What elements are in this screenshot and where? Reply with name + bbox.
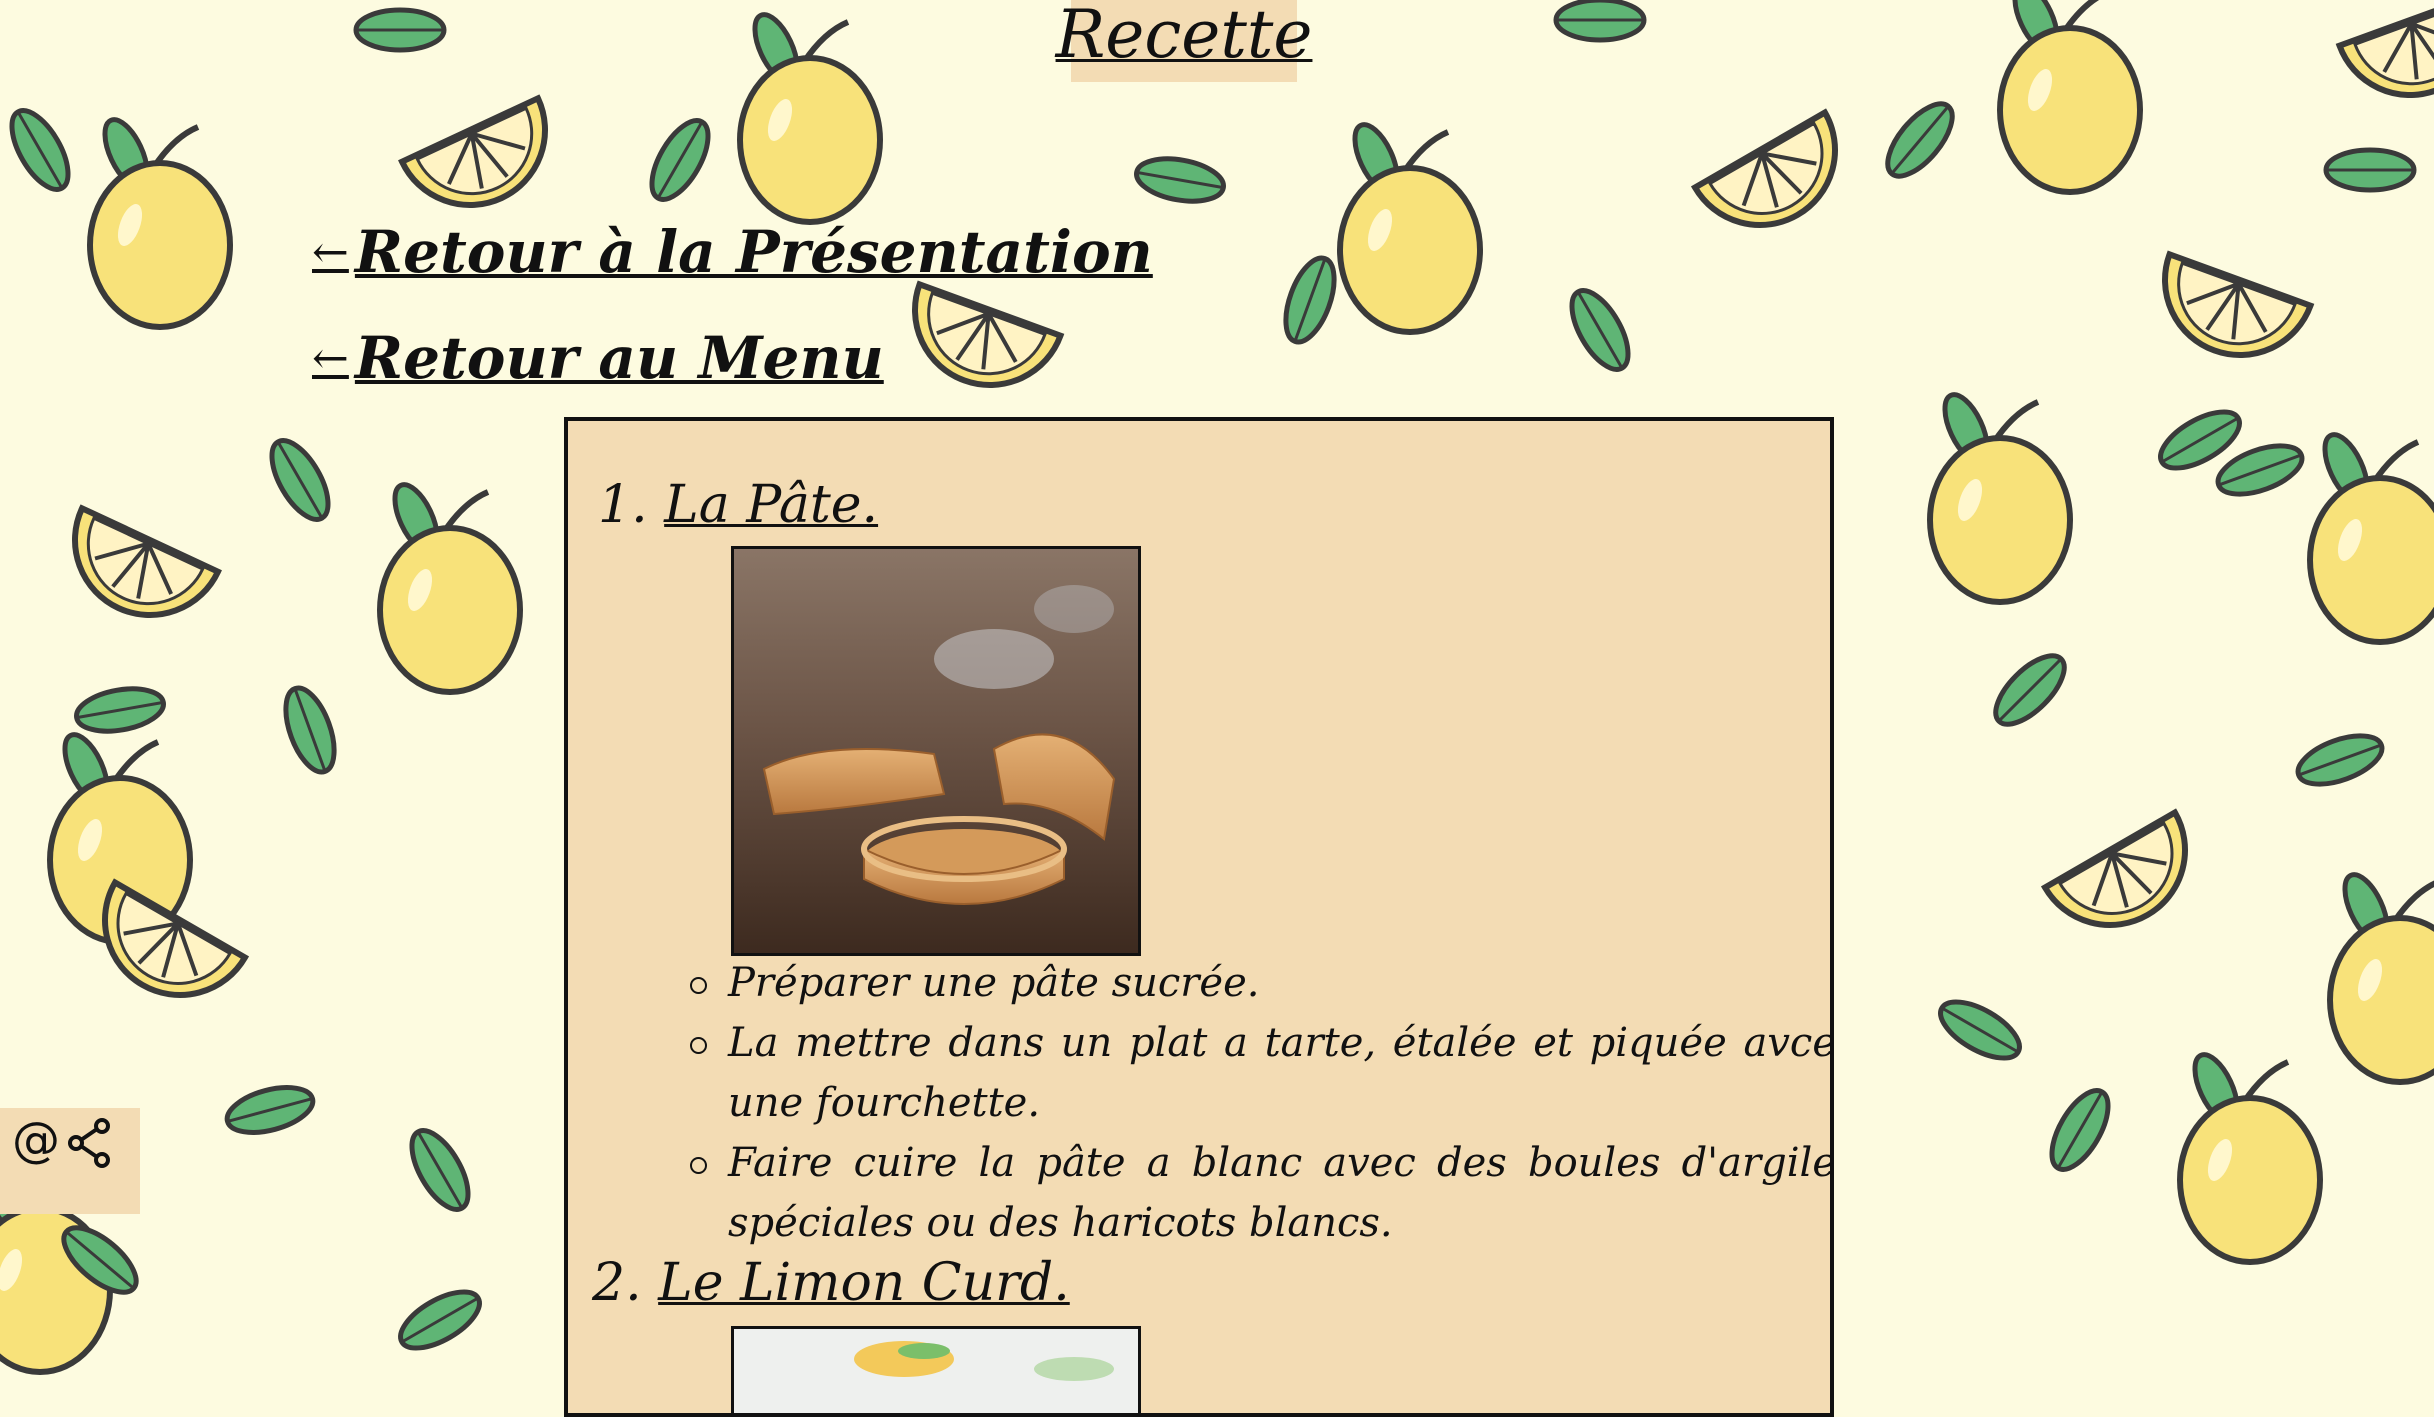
section-number: 1. <box>598 475 648 535</box>
arrow-left-icon: ← <box>312 332 349 384</box>
list-item: La mettre dans un plat a tarte, étalée e… <box>686 1013 1830 1133</box>
page-title: Recette <box>1055 0 1313 73</box>
list-item: Préparer une pâte sucrée. <box>686 953 1830 1013</box>
back-to-menu-link[interactable]: ← Retour au Menu <box>312 324 884 392</box>
recipe-panel: 1. La Pâte. Préparer une pâte sucrée. La… <box>564 417 1834 1417</box>
share-widget: @ <box>0 1108 140 1214</box>
section-title-text: Le Limon Curd. <box>658 1253 1070 1313</box>
at-sign-icon[interactable]: @ <box>12 1112 60 1168</box>
section-title: 2. Le Limon Curd. <box>592 1253 1070 1313</box>
list-item: Faire cuire la pâte a blanc avec des bou… <box>686 1133 1830 1253</box>
back-to-presentation-label: Retour à la Présentation <box>354 218 1153 286</box>
tart-shells-photo <box>731 546 1141 956</box>
arrow-left-icon: ← <box>312 226 349 278</box>
section-number: 2. <box>592 1253 642 1313</box>
lemon-curd-photo <box>731 1326 1141 1413</box>
page-title-box: Recette <box>1056 0 1312 82</box>
section-title: 1. La Pâte. <box>598 475 878 535</box>
back-to-presentation-link[interactable]: ← Retour à la Présentation <box>312 218 1153 286</box>
back-to-menu-label: Retour au Menu <box>354 324 884 392</box>
section-title-text: La Pâte. <box>664 475 879 535</box>
pate-steps-list: Préparer une pâte sucrée. La mettre dans… <box>686 953 1830 1253</box>
share-icon[interactable] <box>68 1118 112 1168</box>
